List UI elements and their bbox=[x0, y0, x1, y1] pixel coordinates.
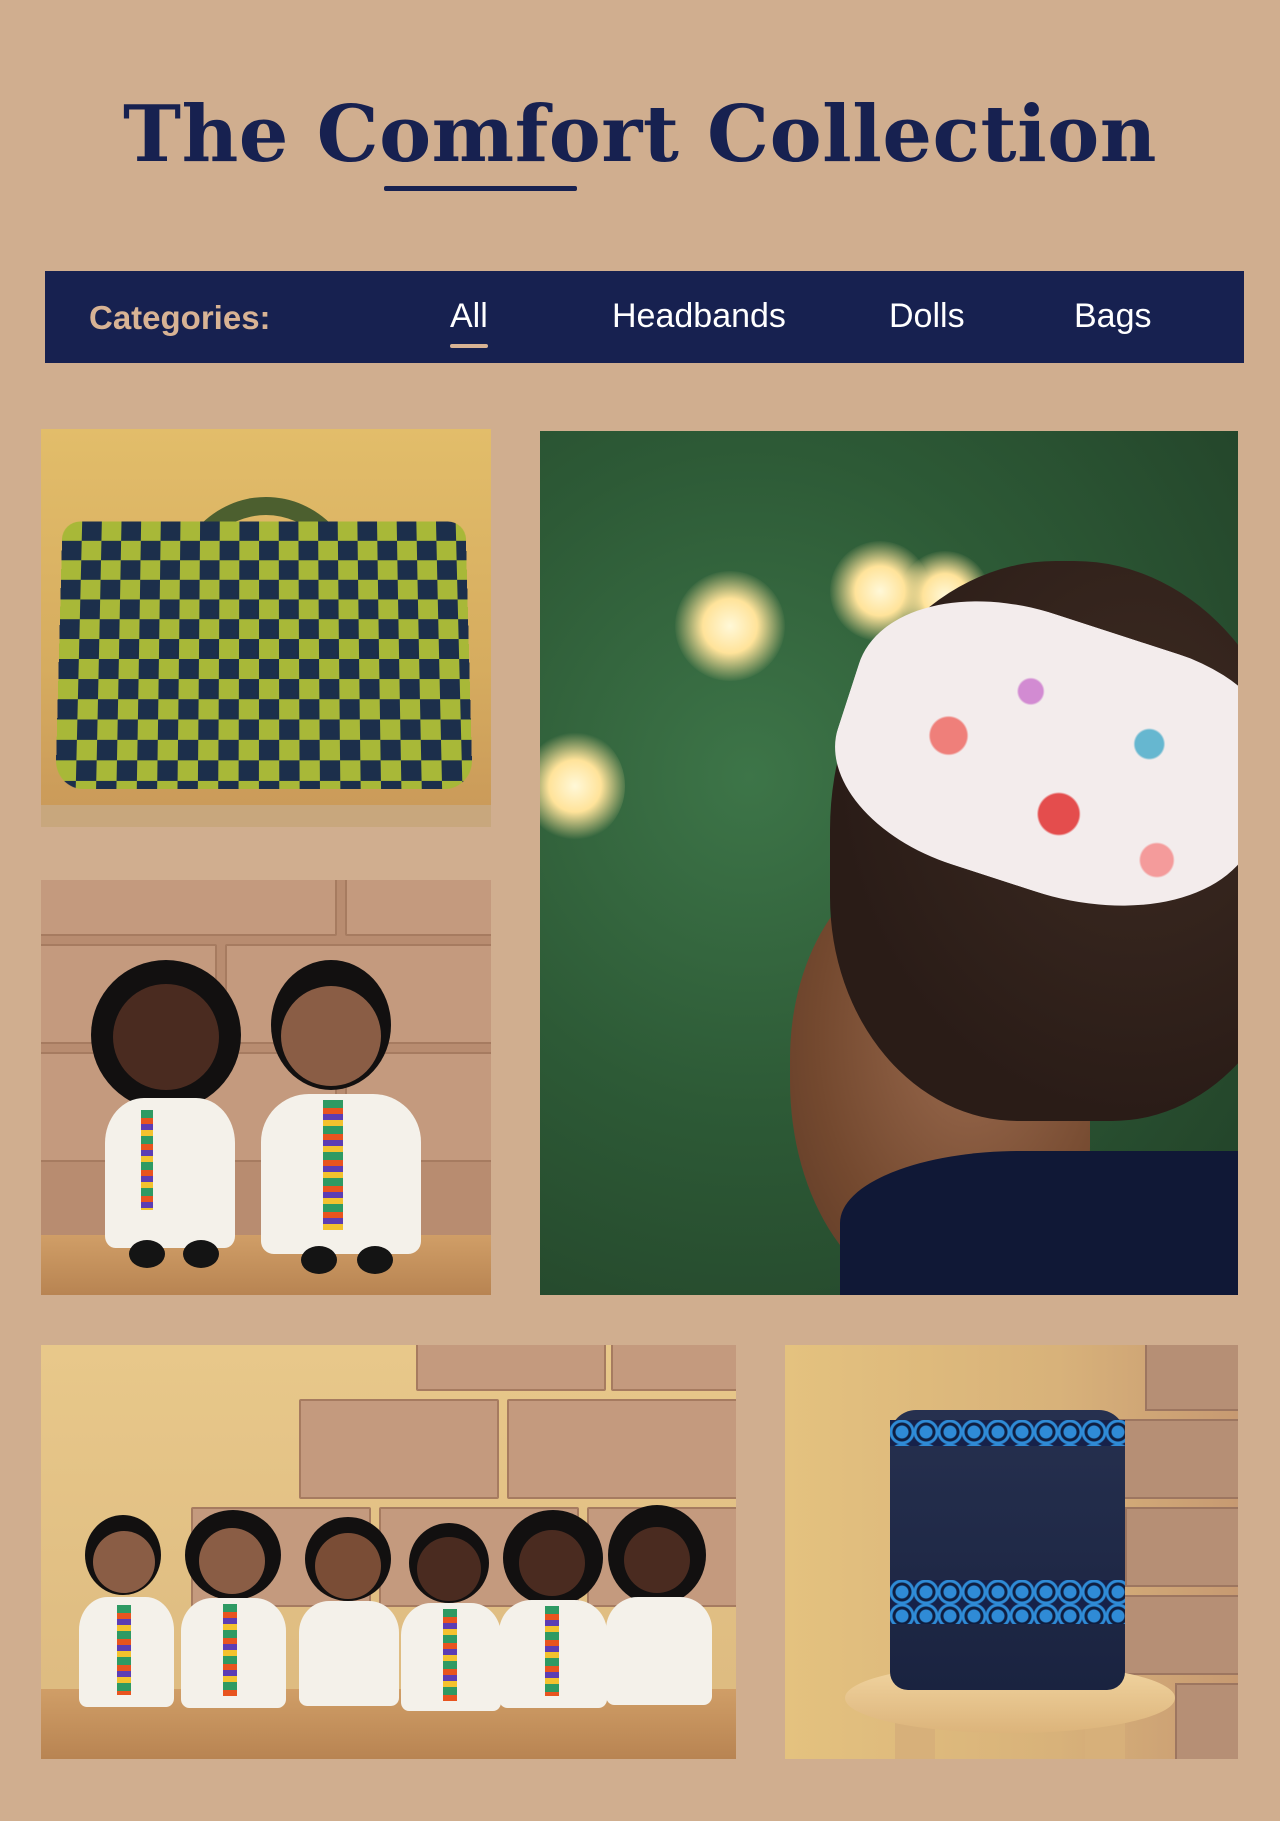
doll bbox=[79, 1515, 179, 1735]
doll bbox=[401, 1523, 506, 1735]
wall-brick bbox=[1145, 1345, 1238, 1411]
category-bar: Categories: All Headbands Dolls Bags bbox=[45, 271, 1244, 363]
wall-brick bbox=[299, 1399, 499, 1499]
category-headbands[interactable]: Headbands bbox=[612, 297, 786, 336]
wall-brick bbox=[1115, 1595, 1238, 1675]
product-image-checkered-tote-bag[interactable] bbox=[41, 429, 491, 827]
wall-brick bbox=[416, 1345, 606, 1391]
wall-brick bbox=[1125, 1507, 1238, 1587]
categories-label: Categories: bbox=[89, 299, 271, 336]
doll bbox=[261, 960, 431, 1274]
doll bbox=[181, 1510, 291, 1735]
doll bbox=[499, 1510, 609, 1735]
product-image-denim-backpack[interactable] bbox=[785, 1345, 1238, 1759]
category-all[interactable]: All bbox=[450, 297, 488, 348]
title-underline bbox=[384, 186, 577, 191]
patterned-trim bbox=[890, 1580, 1125, 1624]
shelf bbox=[41, 805, 491, 827]
product-image-floral-headband[interactable] bbox=[540, 431, 1238, 1295]
wall-brick bbox=[1175, 1683, 1238, 1759]
wall-brick bbox=[41, 880, 337, 936]
wall-brick bbox=[507, 1399, 736, 1499]
doll bbox=[299, 1517, 404, 1735]
page-title: The Comfort Collection bbox=[123, 89, 1157, 180]
patterned-trim bbox=[890, 1420, 1125, 1446]
category-bags[interactable]: Bags bbox=[1074, 297, 1152, 336]
wall-brick bbox=[611, 1345, 736, 1391]
doll bbox=[606, 1505, 716, 1735]
denim-backpack bbox=[890, 1410, 1125, 1690]
doll bbox=[91, 960, 251, 1270]
product-image-doll-group[interactable] bbox=[41, 1345, 736, 1759]
product-image-doll-pair[interactable] bbox=[41, 880, 491, 1295]
bokeh-light bbox=[675, 571, 785, 681]
checkered-tote-bag bbox=[55, 521, 473, 790]
wall-brick bbox=[345, 880, 491, 936]
category-dolls[interactable]: Dolls bbox=[889, 297, 965, 336]
jacket-collar bbox=[840, 1151, 1238, 1295]
